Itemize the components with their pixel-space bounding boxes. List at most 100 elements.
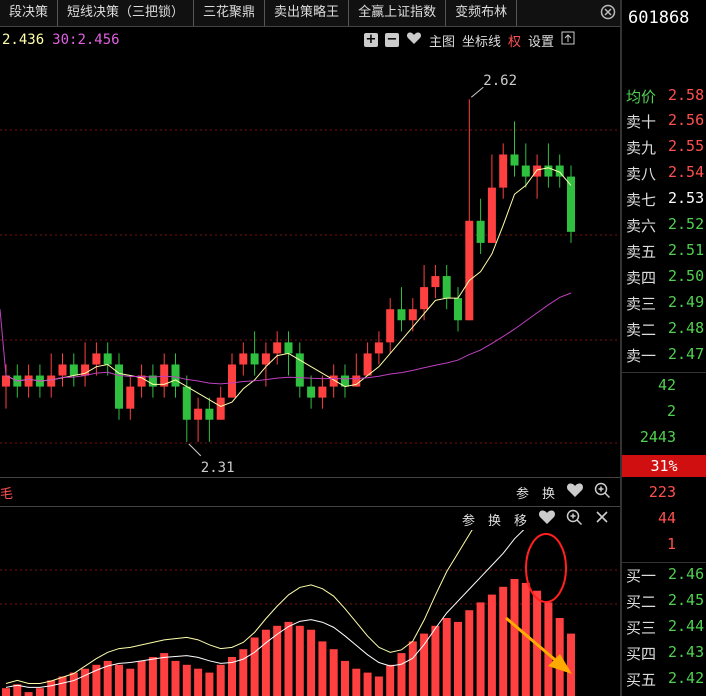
tab-0[interactable]: 段决策 <box>0 0 59 26</box>
sell-level-7: 卖七 2.53 <box>622 189 706 213</box>
candle-body <box>454 298 462 321</box>
sell-level-6: 卖六 2.52 <box>622 215 706 239</box>
indicator-bar <box>386 664 395 696</box>
sell-level-4-price: 2.50 <box>668 267 705 285</box>
tab-3[interactable]: 卖出策略王 <box>265 0 350 26</box>
tab-1[interactable]: 短线决策（三把锁） <box>58 0 195 26</box>
rights-button[interactable]: 权 <box>508 31 521 50</box>
sell-level-8-price: 2.54 <box>668 163 705 181</box>
indicator-bar <box>250 637 259 696</box>
candlestick-chart: 2.62 2.31 <box>0 73 620 475</box>
indicator-bar <box>431 625 440 696</box>
indicator-bar <box>205 672 214 696</box>
stat-0: 42 <box>657 376 676 394</box>
tab-4[interactable]: 全赢上证指数 <box>349 0 447 26</box>
heart-icon[interactable] <box>406 31 422 49</box>
indicator-bar <box>2 688 10 696</box>
sell-level-10-price: 2.56 <box>668 111 705 129</box>
sub1-swap-button[interactable]: 换 <box>542 483 555 502</box>
sub2-param-button[interactable]: 参 <box>462 510 475 529</box>
buy-level-2: 买二 2.45 <box>622 591 706 615</box>
highlight-circle <box>525 533 567 603</box>
candle-body <box>533 165 542 177</box>
sell-level-9-price: 2.55 <box>668 137 705 155</box>
indicator-bar <box>420 633 429 696</box>
indicator-bar <box>261 629 270 696</box>
candle-body <box>228 364 236 398</box>
indicator-bar <box>24 692 33 696</box>
sub1-zoom-icon[interactable] <box>594 482 611 503</box>
indicator-bar <box>126 668 135 696</box>
tab-2[interactable]: 三花聚鼎 <box>194 0 266 26</box>
avg-price-row: 均价 2.58 <box>622 86 706 110</box>
sell-level-3: 卖三 2.49 <box>622 293 706 317</box>
sub-panel-1-header: 毛 参 换 <box>0 477 620 507</box>
buy-level-4-price: 2.43 <box>668 643 705 661</box>
indicator-bar <box>295 625 304 696</box>
indicator-bar <box>284 621 293 696</box>
avg-price-value: 2.58 <box>668 86 705 104</box>
sell-level-2: 卖二 2.48 <box>622 319 706 343</box>
sub1-param-button[interactable]: 参 <box>516 483 529 502</box>
candle-body <box>318 386 327 398</box>
zoom-in-button[interactable]: + <box>364 33 378 47</box>
sub2-heart-icon[interactable] <box>538 509 556 529</box>
sub1-heart-icon[interactable] <box>566 482 584 502</box>
candle-body <box>284 342 293 354</box>
candle-body <box>487 187 496 243</box>
indicator-bar <box>115 664 123 696</box>
candle-body <box>261 353 270 365</box>
sub2-swap-button[interactable]: 换 <box>488 510 501 529</box>
sub2-move-button[interactable]: 移 <box>514 510 527 529</box>
indicator-bar <box>567 633 575 696</box>
candle-body <box>171 364 180 387</box>
buy-level-2-label: 买二 <box>626 593 657 611</box>
indicator-bar <box>318 641 327 696</box>
axis-line-button[interactable]: 坐标线 <box>462 31 501 50</box>
close-tab-icon[interactable] <box>600 4 616 20</box>
export-icon[interactable] <box>561 31 575 49</box>
ma-legend: 2.436 30:2.456 <box>2 32 120 48</box>
settings-button[interactable]: 设置 <box>528 31 554 50</box>
tab-5[interactable]: 变频布林 <box>446 0 518 26</box>
indicator-bar <box>374 676 383 696</box>
candle-body <box>250 353 259 365</box>
indicator-bar <box>58 676 67 696</box>
buy-level-5: 买五 2.42 <box>622 669 706 693</box>
main-chart-button[interactable]: 主图 <box>429 31 455 50</box>
sub2-zoom-icon[interactable] <box>566 509 583 530</box>
candle-body <box>442 276 451 299</box>
indicator-bar <box>442 618 451 696</box>
stat-2: 2443 <box>639 428 676 446</box>
stat-1: 2 <box>666 402 676 420</box>
ratio-badge: 31% <box>622 455 706 477</box>
stat2-1: 44 <box>657 509 676 527</box>
indicator-bar <box>363 672 372 696</box>
sub2-close-icon[interactable] <box>594 509 610 529</box>
sell-level-2-price: 2.48 <box>668 319 705 337</box>
sell-level-6-price: 2.52 <box>668 215 705 233</box>
ma5-value: 2.436 <box>2 32 45 48</box>
indicator-bar <box>137 660 146 696</box>
indicator-bar <box>408 641 417 696</box>
order-book: 均价 2.58 卖十 2.56 卖九 2.55 卖八 2.54 卖七 2.53 卖六 2.52 卖五 2.… <box>622 0 706 696</box>
candle-body <box>420 287 429 310</box>
sell-level-6-label: 卖六 <box>626 217 657 235</box>
zoom-out-button[interactable]: − <box>385 33 399 47</box>
candle-body <box>273 342 282 354</box>
candle-body <box>544 165 553 177</box>
avg-price-label: 均价 <box>626 88 657 106</box>
indicator-bar <box>47 680 56 696</box>
stat2-2: 1 <box>666 535 676 553</box>
indicator-bar <box>510 579 519 696</box>
indicator-bar <box>329 649 338 696</box>
sell-level-5-price: 2.51 <box>668 241 705 259</box>
sell-level-1-label: 卖一 <box>626 347 657 365</box>
candle-body <box>182 386 191 420</box>
order-book-separator <box>622 562 706 563</box>
sell-level-4-label: 卖四 <box>626 269 657 287</box>
buy-level-1: 买一 2.46 <box>622 565 706 589</box>
indicator-chart <box>0 530 620 696</box>
indicator-bar <box>465 610 474 696</box>
candle-body <box>521 165 530 177</box>
